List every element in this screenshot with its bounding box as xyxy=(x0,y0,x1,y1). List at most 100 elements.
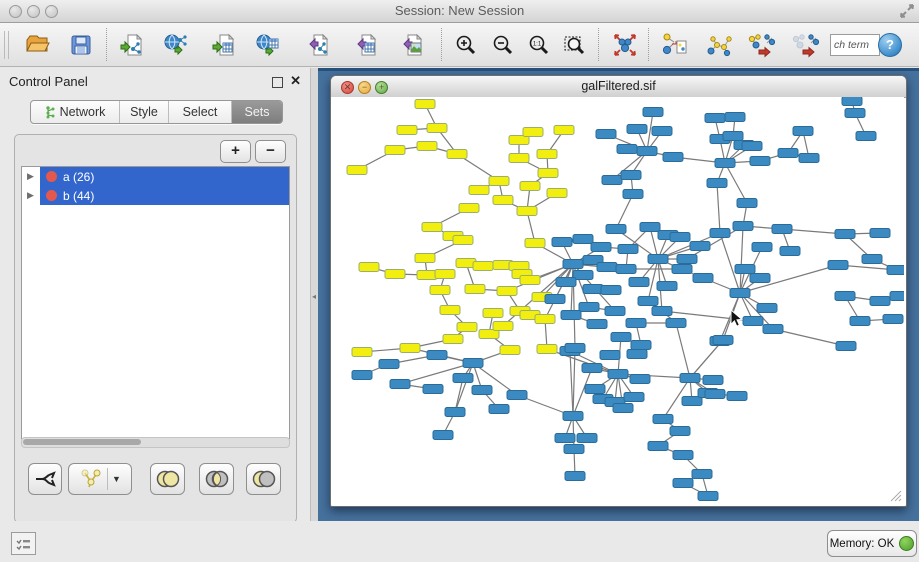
tab-select[interactable]: Select xyxy=(169,101,232,123)
graph-node-blue xyxy=(390,380,410,389)
tab-sets[interactable]: Sets xyxy=(232,101,282,123)
network-frame-titlebar[interactable]: ✕ − + galFiltered.sif xyxy=(331,76,906,98)
apply-layout-button[interactable] xyxy=(610,30,640,60)
zoom-actual-button[interactable]: 1:1 xyxy=(524,30,554,60)
graph-node-yellow xyxy=(517,207,537,216)
set-row-b[interactable]: ▶ b (44) xyxy=(22,186,289,205)
graph-node-blue xyxy=(657,282,677,291)
sets-list: ▶ a (26) ▶ b (44) xyxy=(21,166,290,439)
graph-node-yellow xyxy=(483,309,503,318)
fullscreen-icon[interactable] xyxy=(900,4,914,18)
toolbar-grip xyxy=(4,31,9,59)
tab-network[interactable]: Network xyxy=(31,101,120,123)
network-canvas[interactable] xyxy=(331,97,904,504)
graph-node-blue xyxy=(379,360,399,369)
graph-node-blue xyxy=(605,307,625,316)
graph-node-blue xyxy=(573,235,593,244)
graph-node-blue xyxy=(613,404,633,413)
control-panel-tabs: Network Style Select Sets xyxy=(30,100,283,124)
close-panel-icon[interactable]: ✕ xyxy=(290,73,301,89)
graph-node-blue xyxy=(624,393,644,402)
graph-node-yellow xyxy=(497,287,517,296)
split-arrows-icon xyxy=(34,469,56,489)
import-network-url-button[interactable] xyxy=(161,30,191,60)
graph-node-blue xyxy=(672,265,692,274)
import-table-file-icon xyxy=(211,32,237,58)
tab-style[interactable]: Style xyxy=(120,101,169,123)
graph-node-blue xyxy=(778,149,798,158)
hide-selected-button[interactable] xyxy=(746,30,776,60)
export-network-button[interactable] xyxy=(303,30,333,60)
show-all-button[interactable] xyxy=(790,30,820,60)
help-button[interactable]: ? xyxy=(878,33,902,57)
chevron-down-icon[interactable]: ▼ xyxy=(112,474,121,484)
graph-node-blue xyxy=(735,265,755,274)
graph-node-blue xyxy=(453,374,473,383)
graph-node-blue xyxy=(799,154,819,163)
expander-icon[interactable]: ▶ xyxy=(27,171,34,182)
export-image-button[interactable] xyxy=(397,30,427,60)
graph-node-yellow xyxy=(535,315,555,324)
import-table-url-icon xyxy=(255,32,281,58)
intersect-sets-button[interactable] xyxy=(199,463,234,495)
graph-node-blue xyxy=(887,266,904,275)
set-row-a[interactable]: ▶ a (26) xyxy=(22,167,289,186)
graph-node-blue xyxy=(835,230,855,239)
difference-sets-button[interactable] xyxy=(246,463,281,495)
graph-node-blue xyxy=(715,159,735,168)
new-network-from-selection-button[interactable] xyxy=(660,30,690,60)
venn-difference-icon xyxy=(251,469,277,489)
zoom-selected-button[interactable] xyxy=(560,30,590,60)
zoom-in-button[interactable] xyxy=(451,30,481,60)
graph-node-yellow xyxy=(520,182,540,191)
graph-node-blue xyxy=(835,292,855,301)
graph-node-yellow xyxy=(352,348,372,357)
graph-node-blue xyxy=(652,307,672,316)
graph-node-yellow xyxy=(473,262,493,271)
open-session-button[interactable] xyxy=(22,30,52,60)
sets-horizontal-scrollbar[interactable] xyxy=(21,437,290,448)
memory-status-button[interactable]: Memory: OK xyxy=(827,530,917,557)
import-table-url-button[interactable] xyxy=(253,30,283,60)
graph-node-blue xyxy=(638,297,658,306)
add-set-button[interactable]: + xyxy=(220,140,251,163)
graph-node-yellow xyxy=(417,142,437,151)
network-graph[interactable] xyxy=(331,97,904,504)
graph-node-blue xyxy=(587,320,607,329)
union-sets-button[interactable] xyxy=(150,463,185,495)
expander-icon[interactable]: ▶ xyxy=(27,190,34,201)
remove-set-button[interactable]: − xyxy=(255,140,286,163)
graph-node-blue xyxy=(703,376,723,385)
import-network-file-button[interactable] xyxy=(117,30,147,60)
splitter-collapse-handle[interactable]: ◂ xyxy=(312,292,316,301)
graph-node-blue xyxy=(555,434,575,443)
zoom-out-button[interactable] xyxy=(488,30,518,60)
first-neighbors-button[interactable] xyxy=(704,30,734,60)
tab-style-label: Style xyxy=(130,101,158,123)
graph-node-yellow xyxy=(538,169,558,178)
search-input[interactable] xyxy=(830,34,880,56)
task-history-button[interactable] xyxy=(11,532,36,555)
import-table-file-button[interactable] xyxy=(209,30,239,60)
graph-node-blue xyxy=(352,371,372,380)
graph-node-yellow xyxy=(435,270,455,279)
network-frame[interactable]: ✕ − + galFiltered.sif xyxy=(330,75,907,507)
scrollbar-thumb[interactable] xyxy=(23,439,141,445)
split-set-button[interactable] xyxy=(28,463,62,495)
graph-node-blue xyxy=(552,238,572,247)
resize-grip-icon[interactable] xyxy=(889,489,902,502)
venn-intersection-icon xyxy=(204,469,230,489)
export-table-button[interactable] xyxy=(351,30,381,60)
float-panel-icon[interactable] xyxy=(272,77,283,88)
cytoscape-window: Session: New Session xyxy=(0,0,919,562)
export-image-icon xyxy=(399,32,425,58)
graph-node-blue xyxy=(727,392,747,401)
graph-node-blue xyxy=(673,451,693,460)
graph-node-blue xyxy=(698,492,718,501)
graph-node-blue xyxy=(623,190,643,199)
create-group-button[interactable]: ▼ xyxy=(68,463,132,495)
graph-node-yellow xyxy=(400,344,420,353)
save-session-button[interactable] xyxy=(66,30,96,60)
zoom-in-icon xyxy=(454,33,478,57)
graph-node-blue xyxy=(673,479,693,488)
